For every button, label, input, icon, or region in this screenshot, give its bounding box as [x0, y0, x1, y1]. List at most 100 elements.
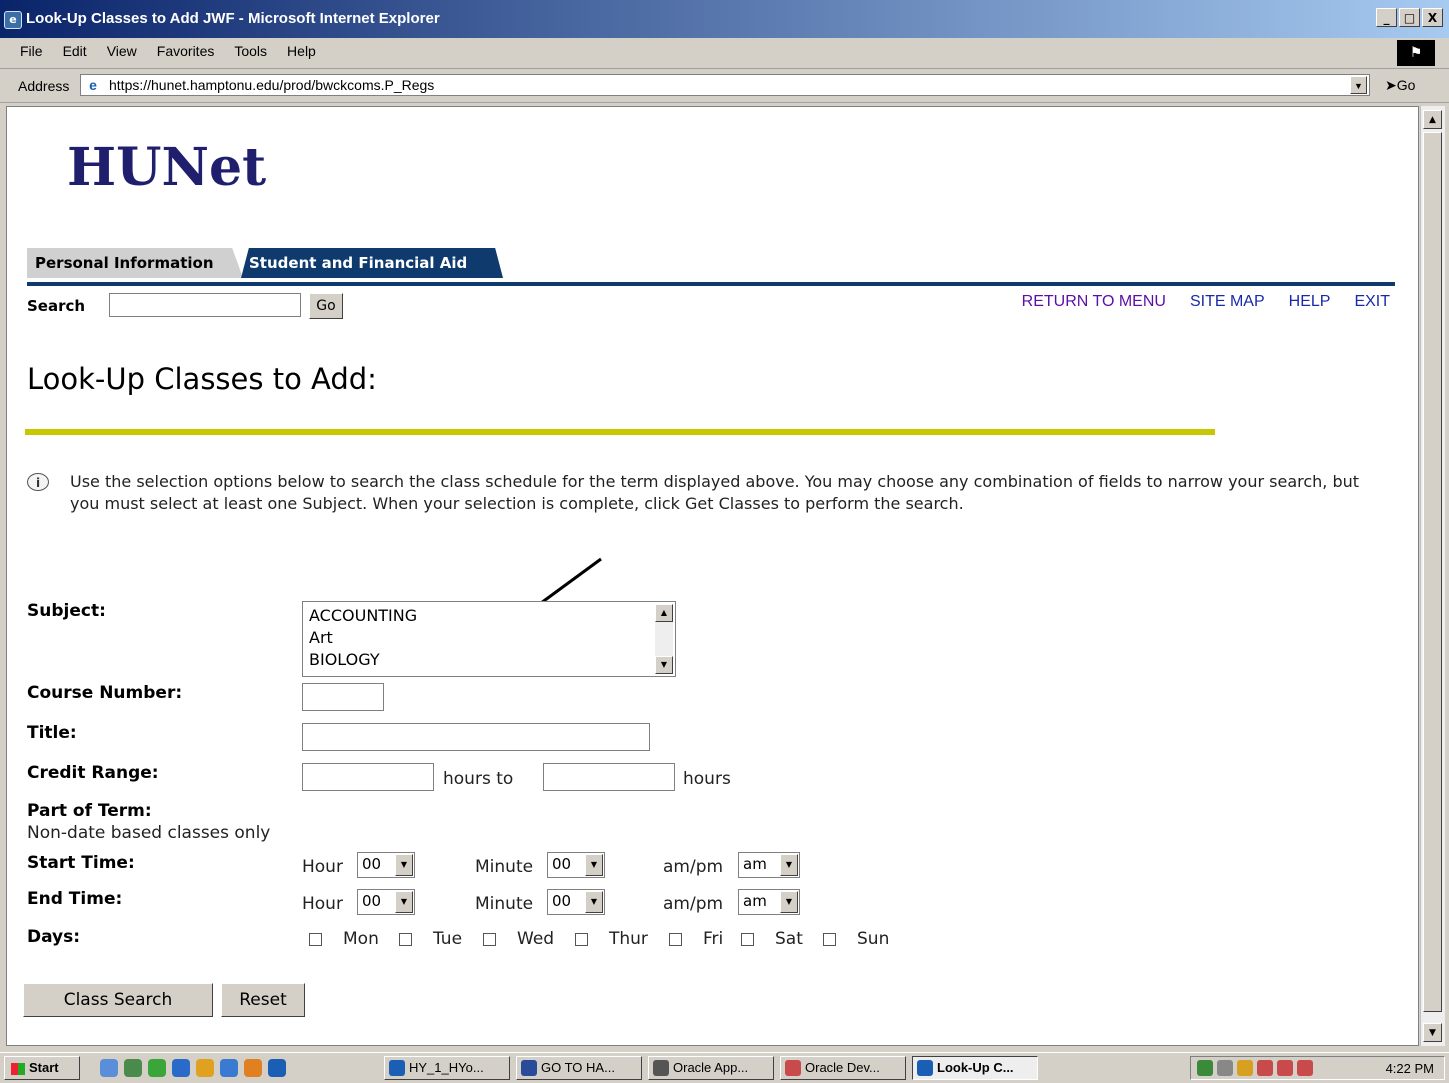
quicklaunch-icon[interactable] [244, 1059, 262, 1077]
address-dropdown-icon[interactable]: ▼ [1350, 76, 1367, 94]
hunet-logo[interactable]: HUNet [67, 137, 266, 198]
info-text: Use the selection options below to searc… [70, 472, 1360, 513]
window-titlebar[interactable]: e Look-Up Classes to Add JWF - Microsoft… [0, 0, 1449, 38]
day-checkbox-fri[interactable] [669, 933, 682, 946]
exit-link[interactable]: EXIT [1354, 293, 1390, 311]
tray-icon[interactable] [1237, 1060, 1253, 1076]
address-go-button[interactable]: ➤Go [1385, 77, 1415, 94]
chevron-down-icon[interactable]: ▼ [780, 891, 798, 913]
start-ampm-select[interactable]: am ▼ [738, 852, 800, 878]
quicklaunch-icon[interactable] [172, 1059, 190, 1077]
end-hour-select[interactable]: 00 ▼ [357, 889, 415, 915]
subject-option[interactable]: Art [309, 628, 333, 647]
tab-student-financial-aid[interactable]: Student and Financial Aid [241, 248, 503, 278]
subject-listbox[interactable]: ACCOUNTING Art BIOLOGY ▲ ▼ [302, 601, 676, 677]
scroll-down-icon[interactable]: ▼ [655, 656, 673, 674]
site-map-link[interactable]: SITE MAP [1190, 293, 1265, 311]
close-button[interactable]: X [1422, 8, 1443, 27]
day-label-mon: Mon [343, 929, 379, 949]
menu-edit[interactable]: Edit [63, 43, 87, 59]
task-button-oracle-dev[interactable]: Oracle Dev... [780, 1056, 906, 1080]
quicklaunch-icon[interactable] [268, 1059, 286, 1077]
scroll-down-icon[interactable]: ▼ [1423, 1023, 1442, 1042]
start-hour-label: Hour [302, 857, 343, 877]
menu-tools[interactable]: Tools [234, 43, 267, 59]
start-minute-label: Minute [475, 857, 534, 877]
day-label-tue: Tue [433, 929, 463, 949]
course-number-label: Course Number: [27, 683, 183, 703]
task-button-hy[interactable]: HY_1_HYo... [384, 1056, 510, 1080]
start-minute-select[interactable]: 00 ▼ [547, 852, 605, 878]
tray-icon[interactable] [1257, 1060, 1273, 1076]
day-checkbox-thur[interactable] [575, 933, 588, 946]
quicklaunch-icon[interactable] [196, 1059, 214, 1077]
end-ampm-select[interactable]: am ▼ [738, 889, 800, 915]
top-links: RETURN TO MENU SITE MAP HELP EXIT [1022, 293, 1390, 311]
menu-file[interactable]: File [20, 43, 43, 59]
return-to-menu-link[interactable]: RETURN TO MENU [1022, 293, 1166, 311]
oracle-dev-icon [785, 1060, 801, 1076]
search-input[interactable] [109, 293, 301, 317]
windows-logo-icon: ⚑ [1397, 40, 1435, 66]
start-button[interactable]: Start [4, 1056, 80, 1080]
chevron-down-icon[interactable]: ▼ [585, 891, 603, 913]
day-checkbox-sun[interactable] [823, 933, 836, 946]
end-time-label: End Time: [27, 889, 123, 909]
tab-divider [27, 282, 1395, 286]
ie-icon: e [4, 11, 22, 29]
window-controls: _ □ X [1376, 8, 1443, 27]
non-date-note: Non-date based classes only [27, 823, 271, 843]
subject-label: Subject: [27, 601, 106, 621]
tab-personal-information[interactable]: Personal Information [27, 248, 243, 278]
maximize-button[interactable]: □ [1399, 8, 1420, 27]
address-label: Address [18, 78, 70, 94]
class-search-button[interactable]: Class Search [23, 983, 213, 1017]
menu-help[interactable]: Help [287, 43, 316, 59]
menu-view[interactable]: View [107, 43, 137, 59]
scroll-thumb[interactable] [1423, 132, 1442, 1012]
taskbar: Start HY_1_HYo... GO TO HA... Oracle App… [0, 1052, 1449, 1083]
credit-from-input[interactable] [302, 763, 434, 791]
minimize-button[interactable]: _ [1376, 8, 1397, 27]
quicklaunch-icon[interactable] [124, 1059, 142, 1077]
subject-option[interactable]: BIOLOGY [309, 650, 380, 669]
quicklaunch-icon[interactable] [148, 1059, 166, 1077]
tray-icon[interactable] [1277, 1060, 1293, 1076]
network-icon[interactable] [1197, 1060, 1213, 1076]
part-of-term-label: Part of Term: [27, 801, 152, 821]
word-icon [521, 1060, 537, 1076]
day-checkbox-tue[interactable] [399, 933, 412, 946]
reset-button[interactable]: Reset [221, 983, 305, 1017]
chevron-down-icon[interactable]: ▼ [395, 891, 413, 913]
credit-to-input[interactable] [543, 763, 675, 791]
day-checkbox-sat[interactable] [741, 933, 754, 946]
task-button-word[interactable]: GO TO HA... [516, 1056, 642, 1080]
address-field[interactable]: e https://hunet.hamptonu.edu/prod/bwckco… [80, 74, 1370, 96]
end-minute-select[interactable]: 00 ▼ [547, 889, 605, 915]
search-go-button[interactable]: Go [309, 293, 343, 319]
start-hour-select[interactable]: 00 ▼ [357, 852, 415, 878]
quicklaunch-icon[interactable] [220, 1059, 238, 1077]
day-checkbox-wed[interactable] [483, 933, 496, 946]
task-button-lookup[interactable]: Look-Up C... [912, 1056, 1038, 1080]
subject-option[interactable]: ACCOUNTING [309, 606, 417, 625]
quicklaunch-icon[interactable] [100, 1059, 118, 1077]
subject-scrollbar[interactable]: ▲ ▼ [655, 604, 673, 674]
scroll-up-icon[interactable]: ▲ [655, 604, 673, 622]
volume-icon[interactable] [1217, 1060, 1233, 1076]
clock: 4:22 PM [1385, 1061, 1434, 1076]
day-checkbox-mon[interactable] [309, 933, 322, 946]
chevron-down-icon[interactable]: ▼ [780, 854, 798, 876]
menu-favorites[interactable]: Favorites [157, 43, 215, 59]
chevron-down-icon[interactable]: ▼ [585, 854, 603, 876]
course-number-input[interactable] [302, 683, 384, 711]
windows-flag-icon [11, 1062, 25, 1075]
tray-icon[interactable] [1297, 1060, 1313, 1076]
help-link[interactable]: HELP [1289, 293, 1331, 311]
task-button-oracle-app[interactable]: Oracle App... [648, 1056, 774, 1080]
title-input[interactable] [302, 723, 650, 751]
page-scrollbar[interactable]: ▲ ▼ [1420, 106, 1445, 1046]
day-label-fri: Fri [703, 929, 724, 949]
scroll-up-icon[interactable]: ▲ [1423, 110, 1442, 129]
chevron-down-icon[interactable]: ▼ [395, 854, 413, 876]
